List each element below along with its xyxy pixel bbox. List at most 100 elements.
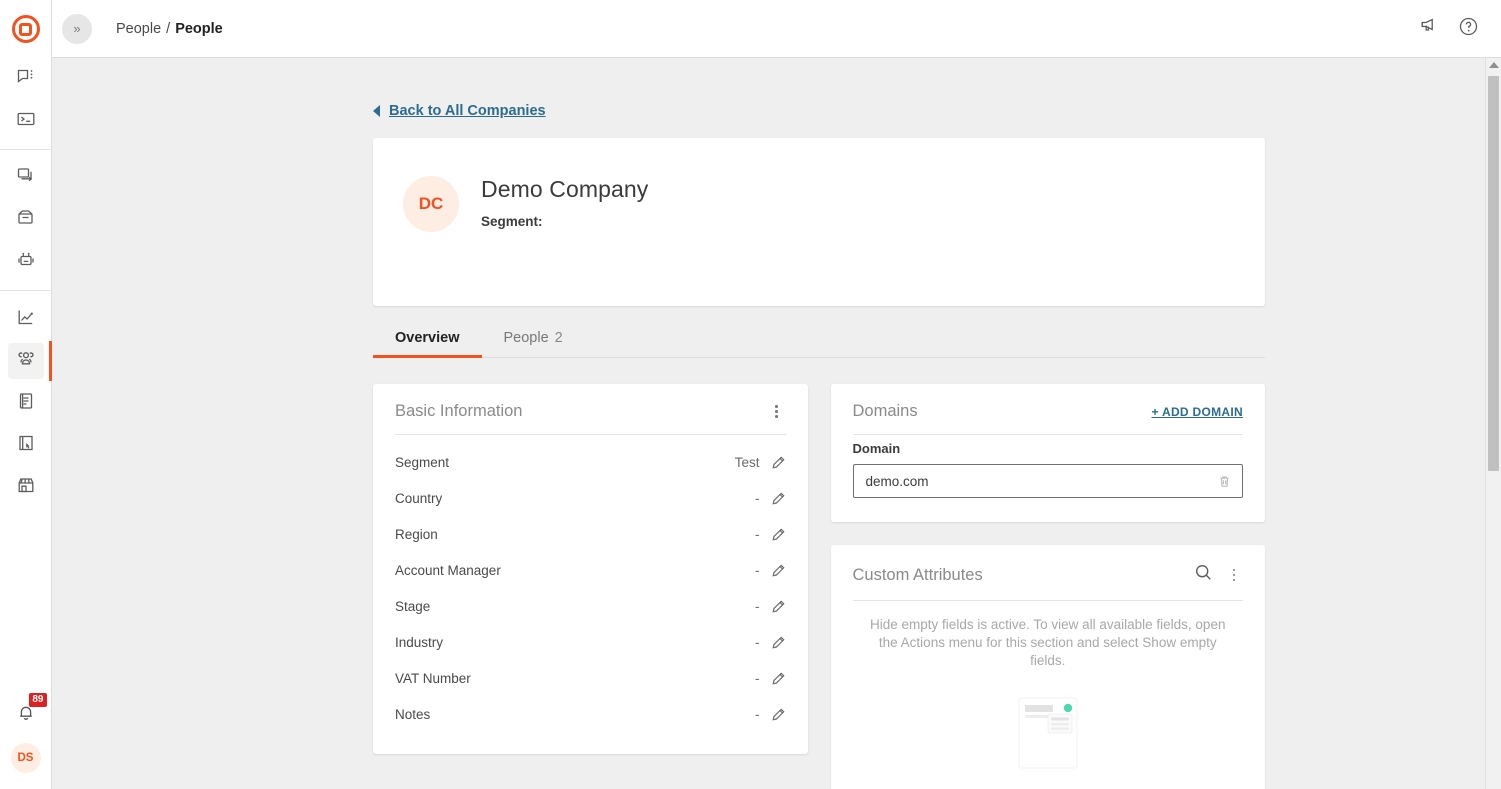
page-title: Demo Company: [481, 176, 648, 203]
edit-field-button[interactable]: [771, 671, 786, 686]
sidebar-divider: [0, 290, 52, 291]
info-row-value: -: [755, 599, 760, 614]
custom-attributes-header: Custom Attributes: [831, 545, 1266, 600]
question-circle-icon: [1458, 16, 1479, 42]
sidebar-item-bots[interactable]: [8, 244, 44, 280]
search-custom-attributes-button[interactable]: [1194, 563, 1213, 587]
info-row: Stage-: [395, 588, 786, 624]
store-icon: [16, 475, 36, 500]
domains-card: Domains + ADD DOMAIN Domain: [831, 384, 1266, 522]
help-button[interactable]: [1453, 14, 1483, 44]
info-row: Country-: [395, 480, 786, 516]
sidebar-item-tours[interactable]: [8, 427, 44, 463]
chart-line-icon: [16, 307, 36, 332]
info-row: Notes-: [395, 696, 786, 732]
company-segment-line: Segment:: [481, 214, 648, 229]
custom-attributes-title: Custom Attributes: [853, 566, 1195, 585]
info-row-label: Country: [395, 491, 755, 506]
inbox-icon: [16, 208, 36, 233]
info-row-value: -: [755, 527, 760, 542]
info-row-label: Segment: [395, 455, 735, 470]
top-bar: » People / People: [52, 0, 1501, 58]
basic-information-rows: SegmentTestCountry-Region-Account Manage…: [373, 435, 808, 754]
custom-attributes-actions-menu[interactable]: [1225, 566, 1243, 584]
info-row-label: Account Manager: [395, 563, 755, 578]
right-column: Domains + ADD DOMAIN Domain: [831, 384, 1266, 789]
info-row: Account Manager-: [395, 552, 786, 588]
app-logo[interactable]: [0, 0, 52, 58]
info-row-label: Industry: [395, 635, 755, 650]
sidebar-group-3: [0, 298, 52, 508]
overview-columns: Basic Information SegmentTestCountry-Reg…: [373, 384, 1265, 789]
logo-inner-square: [19, 23, 32, 36]
info-row: Industry-: [395, 624, 786, 660]
notification-badge: 89: [29, 693, 46, 707]
back-to-all-companies-link[interactable]: Back to All Companies: [373, 103, 1265, 119]
search-icon: [1194, 563, 1213, 587]
sidebar-item-people[interactable]: [8, 343, 44, 379]
edit-field-button[interactable]: [771, 563, 786, 578]
empty-state-illustration: [1018, 697, 1078, 769]
domain-input-wrapper[interactable]: [853, 464, 1244, 498]
sidebar-item-campaigns[interactable]: [8, 160, 44, 196]
edit-field-button[interactable]: [771, 527, 786, 542]
sidebar-divider: [0, 149, 52, 150]
people-icon: [15, 348, 37, 375]
caret-up-icon: [1489, 62, 1499, 68]
custom-attributes-card: Custom Attributes: [831, 545, 1266, 789]
back-link-label: Back to All Companies: [389, 103, 546, 119]
tab-overview[interactable]: Overview: [373, 320, 482, 358]
sidebar-item-console[interactable]: [8, 103, 44, 139]
expand-sidebar-button[interactable]: »: [62, 14, 92, 44]
info-row-value: -: [755, 671, 760, 686]
announcements-button[interactable]: [1413, 14, 1443, 44]
sidebar-group-1: [0, 58, 52, 142]
company-segment-label: Segment:: [481, 214, 543, 229]
content-scroll-region: Back to All Companies DC Demo Company Se…: [52, 58, 1486, 789]
info-row-label: Stage: [395, 599, 755, 614]
sidebar-bottom: 89 DS: [0, 697, 52, 789]
vertical-scrollbar[interactable]: [1485, 58, 1501, 789]
info-row-value: Test: [735, 455, 760, 470]
info-row-label: VAT Number: [395, 671, 755, 686]
scroll-up-button[interactable]: [1486, 58, 1501, 72]
book-icon: [16, 391, 36, 416]
domains-title: Domains: [853, 402, 1152, 421]
breadcrumb-root[interactable]: People: [116, 21, 161, 37]
tab-people-label: People: [504, 330, 549, 346]
add-domain-button[interactable]: + ADD DOMAIN: [1152, 405, 1244, 419]
tab-people[interactable]: People2: [482, 320, 585, 358]
user-avatar[interactable]: DS: [11, 743, 41, 773]
chevron-double-right-icon: »: [73, 21, 80, 36]
left-sidebar: 89 DS: [0, 0, 52, 789]
campaign-icon: [16, 166, 36, 191]
chat-bubble-icon: [16, 67, 36, 92]
breadcrumb-separator: /: [166, 21, 170, 37]
basic-information-actions-menu[interactable]: [768, 403, 786, 421]
domain-input[interactable]: [866, 474, 1218, 489]
delete-domain-button[interactable]: [1217, 474, 1232, 489]
sidebar-item-chat[interactable]: [8, 61, 44, 97]
notifications-button[interactable]: 89: [8, 697, 44, 733]
megaphone-icon: [1418, 16, 1439, 42]
custom-attributes-body: Hide empty fields is active. To view all…: [831, 601, 1266, 789]
sidebar-item-knowledge-base[interactable]: [8, 385, 44, 421]
sidebar-item-store[interactable]: [8, 469, 44, 505]
robot-icon: [16, 250, 36, 275]
main-content-area: Back to All Companies DC Demo Company Se…: [52, 58, 1501, 789]
company-avatar: DC: [403, 176, 459, 232]
left-column: Basic Information SegmentTestCountry-Reg…: [373, 384, 808, 789]
info-row: Region-: [395, 516, 786, 552]
company-header-text: Demo Company Segment:: [481, 176, 648, 306]
domains-header: Domains + ADD DOMAIN: [831, 384, 1266, 434]
edit-field-button[interactable]: [771, 455, 786, 470]
basic-information-title: Basic Information: [395, 402, 768, 421]
edit-field-button[interactable]: [771, 599, 786, 614]
sidebar-item-reports[interactable]: [8, 301, 44, 337]
page-container: Back to All Companies DC Demo Company Se…: [373, 103, 1265, 789]
edit-field-button[interactable]: [771, 707, 786, 722]
edit-field-button[interactable]: [771, 491, 786, 506]
sidebar-item-inbox[interactable]: [8, 202, 44, 238]
edit-field-button[interactable]: [771, 635, 786, 650]
scrollbar-thumb[interactable]: [1488, 76, 1499, 471]
